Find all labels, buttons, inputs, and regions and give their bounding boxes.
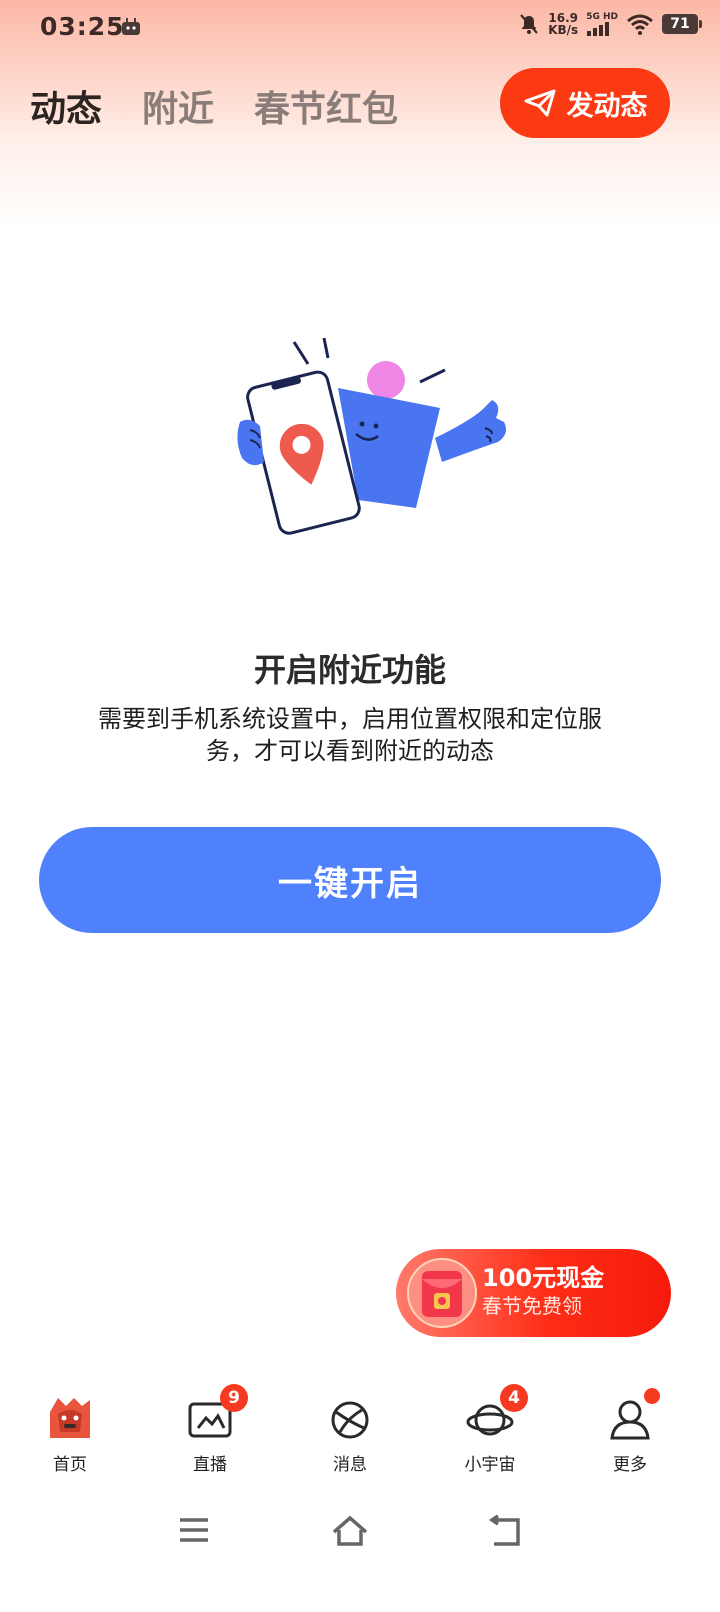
nav-home[interactable]: 首页 [20,1380,120,1480]
nav-universe-badge: 4 [500,1384,528,1412]
tab-spring-red-packet[interactable]: 春节红包 [254,80,398,132]
nav-live-badge: 9 [220,1384,248,1412]
post-button[interactable]: 发动态 [500,68,670,138]
nav-more[interactable]: 更多 [580,1380,680,1480]
signal-label: 5G HD [586,12,618,22]
nav-more-dot [644,1388,660,1404]
battery-indicator: 71 [662,14,702,34]
nav-live[interactable]: 9 直播 [160,1380,260,1480]
top-tabs: 动态 附近 春节红包 [30,80,398,132]
nav-messages[interactable]: 消息 [300,1380,400,1480]
enable-nearby-description: 需要到手机系统设置中，启用位置权限和定位服务，才可以看到附近的动态 [98,705,602,765]
red-envelope-icon [407,1258,477,1328]
recents-menu-icon[interactable] [174,1510,214,1550]
system-nav-bar [0,1500,700,1560]
bottom-nav: 首页 9 直播 消息 4 小宇宙 更多 [0,1380,700,1490]
nav-more-label: 更多 [613,1455,647,1475]
one-tap-enable-button[interactable]: 一键开启 [39,827,661,933]
app-notification-icon [122,18,140,35]
wifi-icon [627,14,653,35]
tab-nearby[interactable]: 附近 [142,80,214,132]
nav-live-label: 直播 [193,1455,227,1475]
promo-main-text: 100元现金 [482,1264,605,1292]
home-system-icon[interactable] [330,1510,370,1550]
signal-bars-icon [587,22,610,36]
enable-nearby-title: 开启附近功能 [253,651,446,689]
mute-bell-icon [520,14,539,34]
cell-signal: 5G HD [586,12,618,36]
nav-universe[interactable]: 4 小宇宙 [440,1380,540,1480]
nav-universe-label: 小宇宙 [464,1455,516,1475]
cash-promo-banner[interactable]: 100元现金 春节免费领 [396,1249,671,1337]
tab-dongtai[interactable]: 动态 [30,80,102,132]
promo-text: 100元现金 春节免费领 [482,1263,604,1319]
message-planet-icon [331,1401,369,1439]
net-speed: 16.9 KB/s [548,12,578,36]
net-speed-unit: KB/s [548,23,579,37]
location-illustration [237,337,506,535]
send-icon [524,89,555,117]
promo-sub-text: 春节免费领 [482,1294,582,1318]
status-bar: 03:25 16.9 KB/s 5G HD 71 [0,0,720,56]
status-time: 03:25 [40,12,125,41]
back-system-icon[interactable] [486,1510,526,1550]
home-horse-icon [50,1398,90,1438]
status-icons: 16.9 KB/s 5G HD 71 [518,12,702,36]
nav-messages-label: 消息 [333,1455,367,1475]
nav-home-label: 首页 [53,1455,87,1475]
post-button-label: 发动态 [566,90,648,122]
